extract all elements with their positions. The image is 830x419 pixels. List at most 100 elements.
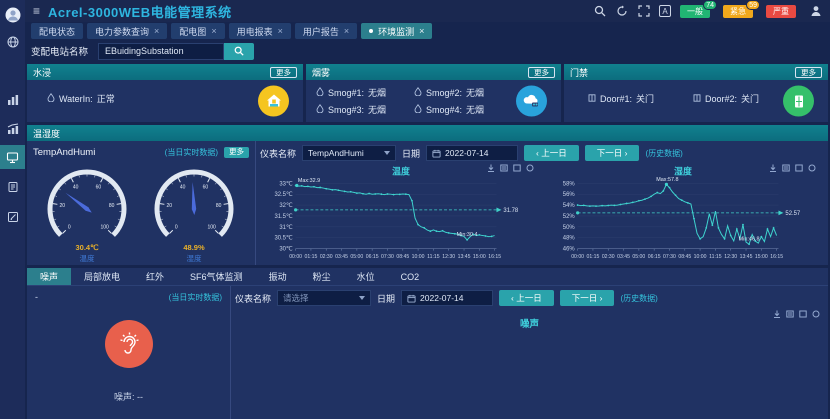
svg-text:0: 0 (175, 224, 178, 230)
tab-0[interactable]: 配电状态 (31, 23, 83, 39)
status-item: Smog#2:无烟 (414, 86, 502, 99)
data-view-icon[interactable] (500, 164, 508, 172)
svg-text:33℃: 33℃ (279, 181, 293, 187)
substation-search-button[interactable] (224, 43, 254, 60)
calendar-icon (432, 149, 441, 158)
tab-1[interactable]: 电力参数查询× (87, 23, 167, 39)
door-more-button[interactable]: 更多 (795, 67, 822, 78)
realtime-data-link[interactable]: (当日实时数据) (169, 292, 222, 303)
svg-text:Max:32.9: Max:32.9 (298, 178, 320, 184)
env-tab-7[interactable]: CO2 (388, 268, 433, 285)
water-items: WaterIn:正常 (47, 92, 167, 105)
tab-close-icon[interactable]: × (278, 26, 283, 36)
fullscreen-icon[interactable] (637, 5, 650, 18)
monitor-icon[interactable] (0, 145, 25, 169)
tab-close-icon[interactable]: × (344, 26, 349, 36)
temphumi-more-button[interactable]: 更多 (224, 147, 249, 158)
avatar[interactable] (0, 3, 25, 27)
history-data-link[interactable]: (历史数据) (645, 148, 682, 159)
sensor-name: Door#1: (600, 94, 632, 104)
svg-text:08:45: 08:45 (396, 254, 409, 260)
tab-4[interactable]: 用户报告 × (295, 23, 357, 39)
svg-text:16:15: 16:15 (770, 254, 783, 260)
svg-text:05:00: 05:00 (350, 254, 363, 260)
smoke-panel-title: 烟雾 (312, 66, 330, 79)
globe-icon[interactable] (0, 30, 25, 54)
env-tab-5[interactable]: 粉尘 (300, 268, 344, 285)
document-icon[interactable] (0, 175, 25, 199)
svg-text:52%: 52% (563, 214, 576, 220)
alarm-urgent-button[interactable]: 紧急 59 (723, 5, 753, 18)
date-picker[interactable]: 2022-07-14 (426, 145, 518, 161)
meter-select[interactable]: TempAndHumi (302, 145, 396, 161)
refresh-icon[interactable] (808, 164, 816, 172)
alarm-severe-button[interactable]: 严重 (766, 5, 796, 18)
date-label: 日期 (377, 292, 395, 305)
smoke-panel: 烟雾 更多 Smog#1:无烟Smog#2:无烟Smog#3:无烟Smog#4:… (306, 64, 561, 122)
prev-day-button[interactable]: ‹ 上一日 (524, 145, 579, 161)
tab-close-icon[interactable]: × (211, 26, 216, 36)
env-tab-4[interactable]: 振动 (256, 268, 300, 285)
refresh-icon[interactable] (812, 310, 820, 318)
data-view-icon[interactable] (782, 164, 790, 172)
svg-text:20: 20 (60, 203, 66, 209)
data-view-icon[interactable] (786, 310, 794, 318)
sensor-name: Smog#3: (328, 105, 364, 115)
search-icon[interactable] (593, 5, 606, 18)
bar-chart-icon[interactable] (0, 88, 25, 112)
environment-bottom-panel: 噪声局部放电红外SF6气体监测振动粉尘水位CO2 - (当日实时数据) (27, 268, 828, 419)
svg-text:31℃: 31℃ (279, 225, 293, 231)
restore-icon[interactable] (795, 164, 803, 172)
water-more-button[interactable]: 更多 (270, 67, 297, 78)
svg-text:54%: 54% (563, 203, 576, 209)
realtime-data-link[interactable]: (当日实时数据) (165, 147, 218, 158)
svg-text:湿度: 湿度 (674, 165, 692, 176)
svg-text:03:45: 03:45 (335, 254, 348, 260)
svg-text:11:15: 11:15 (427, 254, 440, 260)
tab-2[interactable]: 配电图× (171, 23, 224, 39)
refresh-icon[interactable] (615, 5, 628, 18)
hamburger-menu-icon[interactable]: ≡ (33, 4, 40, 18)
refresh-icon[interactable] (526, 164, 534, 172)
download-icon[interactable] (773, 310, 781, 318)
active-tab-dot-icon (369, 29, 373, 33)
svg-text:13:45: 13:45 (740, 254, 753, 260)
next-day-button[interactable]: 下一日 › (585, 145, 640, 161)
restore-icon[interactable] (513, 164, 521, 172)
tab-5[interactable]: 环境监测× (361, 23, 432, 39)
font-size-icon[interactable]: A (659, 5, 671, 17)
water-panel: 水浸 更多 WaterIn:正常 (27, 64, 303, 122)
substation-search-input[interactable] (98, 43, 224, 60)
env-tab-1[interactable]: 局部放电 (71, 268, 133, 285)
tab-label: 用户报告 (303, 25, 339, 38)
env-tab-2[interactable]: 红外 (133, 268, 177, 285)
sensor-status: 无烟 (466, 103, 484, 116)
smoke-more-button[interactable]: 更多 (528, 67, 555, 78)
download-icon[interactable] (487, 164, 495, 172)
svg-text:60: 60 (203, 185, 209, 191)
substation-search-label: 变配电站名称 (31, 44, 88, 58)
history-data-link[interactable]: (历史数据) (620, 293, 657, 304)
svg-text:40: 40 (180, 185, 186, 191)
alarm-normal-button[interactable]: 一般 74 (680, 5, 710, 18)
meter-select[interactable]: 请选择 (277, 290, 371, 306)
env-tab-0[interactable]: 噪声 (27, 268, 71, 285)
prev-day-button[interactable]: ‹ 上一日 (499, 290, 554, 306)
svg-text:80: 80 (109, 203, 115, 209)
tab-3[interactable]: 用电报表× (229, 23, 291, 39)
tab-close-icon[interactable]: × (154, 26, 159, 36)
restore-icon[interactable] (799, 310, 807, 318)
next-day-button[interactable]: 下一日 › (560, 290, 615, 306)
env-tab-6[interactable]: 水位 (344, 268, 388, 285)
report-chart-icon[interactable] (0, 117, 25, 141)
door-item-icon (588, 94, 596, 104)
date-picker[interactable]: 2022-07-14 (401, 290, 493, 306)
env-tab-3[interactable]: SF6气体监测 (177, 268, 256, 285)
chevron-down-icon (384, 151, 390, 155)
tab-close-icon[interactable]: × (419, 26, 424, 36)
download-icon[interactable] (769, 164, 777, 172)
svg-text:07:30: 07:30 (663, 254, 676, 260)
edit-icon[interactable] (0, 205, 25, 229)
svg-text:10:00: 10:00 (412, 254, 425, 260)
user-icon[interactable] (809, 5, 822, 18)
